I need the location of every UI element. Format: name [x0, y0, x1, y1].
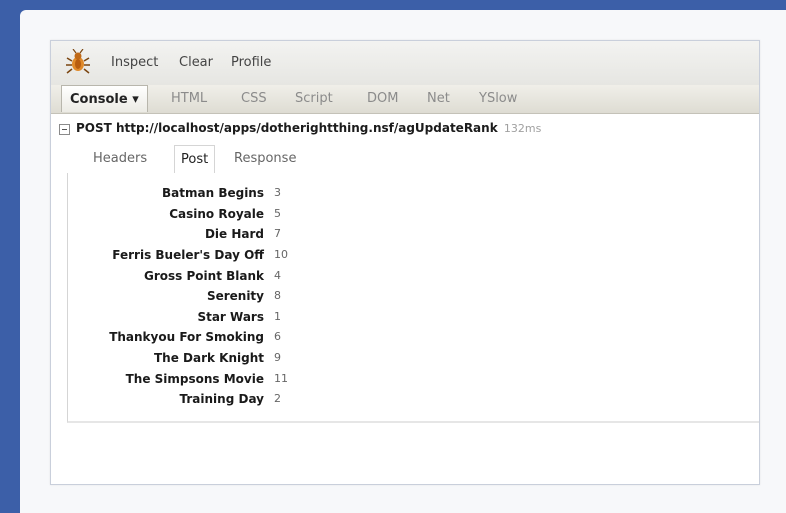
subtab-headers[interactable]: Headers [93, 151, 147, 166]
firebug-panel: Inspect Clear Profile Console ▾ HTML CSS… [50, 40, 760, 485]
param-name: Thankyou For Smoking [109, 330, 264, 345]
firebug-tabs: Console ▾ HTML CSS Script DOM Net YSlow [51, 85, 759, 114]
clear-button[interactable]: Clear [179, 55, 213, 70]
param-name: The Dark Knight [153, 351, 264, 366]
param-value: 2 [274, 392, 281, 406]
request-method-url: POST http://localhost/apps/dotherightthi… [76, 121, 498, 135]
param-name: Casino Royale [169, 206, 264, 221]
param-name: Star Wars [197, 309, 264, 324]
table-row: Batman Begins 3 [68, 183, 288, 204]
param-value: 9 [274, 351, 281, 365]
param-value: 11 [274, 371, 288, 385]
table-row: The Simpsons Movie 11 [68, 368, 288, 389]
tab-css[interactable]: CSS [241, 91, 267, 106]
param-name: Batman Begins [162, 186, 264, 201]
table-row: Ferris Bueler's Day Off 10 [68, 245, 288, 266]
tab-script[interactable]: Script [295, 91, 333, 106]
tab-dom[interactable]: DOM [367, 91, 398, 106]
table-row: Gross Point Blank 4 [68, 265, 288, 286]
table-row: Star Wars 1 [68, 307, 288, 328]
param-name: Serenity [206, 289, 264, 304]
firebug-toolbar: Inspect Clear Profile [51, 41, 759, 86]
request-subtabs: Headers Post Response [67, 145, 759, 174]
table-row: Casino Royale 5 [68, 204, 288, 225]
subtab-post[interactable]: Post [174, 145, 216, 174]
param-value: 10 [274, 248, 288, 262]
param-name: The Simpsons Movie [125, 371, 264, 386]
post-params-table: Batman Begins 3 Casino Royale 5 Die Hard 7 … [68, 183, 288, 410]
tab-html[interactable]: HTML [171, 91, 207, 106]
param-value: 8 [274, 289, 281, 303]
param-name: Ferris Bueler's Day Off [112, 248, 264, 263]
request-row[interactable]: POST http://localhost/apps/dotherightthi… [59, 121, 759, 139]
profile-button[interactable]: Profile [231, 55, 271, 70]
param-value: 5 [274, 206, 281, 220]
tab-console[interactable]: Console ▾ [61, 85, 148, 112]
param-name: Training Day [179, 392, 264, 407]
toolbar-top-row: Inspect Clear Profile [51, 47, 759, 77]
table-row: The Dark Knight 9 [68, 348, 288, 369]
param-name: Gross Point Blank [144, 268, 264, 283]
tab-yslow[interactable]: YSlow [479, 91, 517, 106]
table-row: Serenity 8 [68, 286, 288, 307]
table-row: Training Day 2 [68, 389, 288, 410]
request-time: 132ms [503, 122, 542, 135]
tab-net[interactable]: Net [427, 91, 450, 106]
inspect-button[interactable]: Inspect [111, 55, 158, 70]
param-value: 6 [274, 330, 281, 344]
request-line[interactable]: POST http://localhost/apps/dotherightthi… [76, 121, 541, 135]
param-value: 1 [274, 309, 281, 323]
subtab-response[interactable]: Response [234, 151, 296, 166]
param-value: 4 [274, 268, 281, 282]
firebug-bug-icon[interactable] [65, 48, 91, 75]
post-params-panel: Batman Begins 3 Casino Royale 5 Die Hard 7 … [67, 173, 759, 423]
table-row: Die Hard 7 [68, 224, 288, 245]
collapse-toggle-icon[interactable] [59, 124, 70, 135]
table-row: Thankyou For Smoking 6 [68, 327, 288, 348]
param-value: 7 [274, 227, 281, 241]
param-value: 3 [274, 186, 281, 200]
param-name: Die Hard [204, 227, 264, 242]
